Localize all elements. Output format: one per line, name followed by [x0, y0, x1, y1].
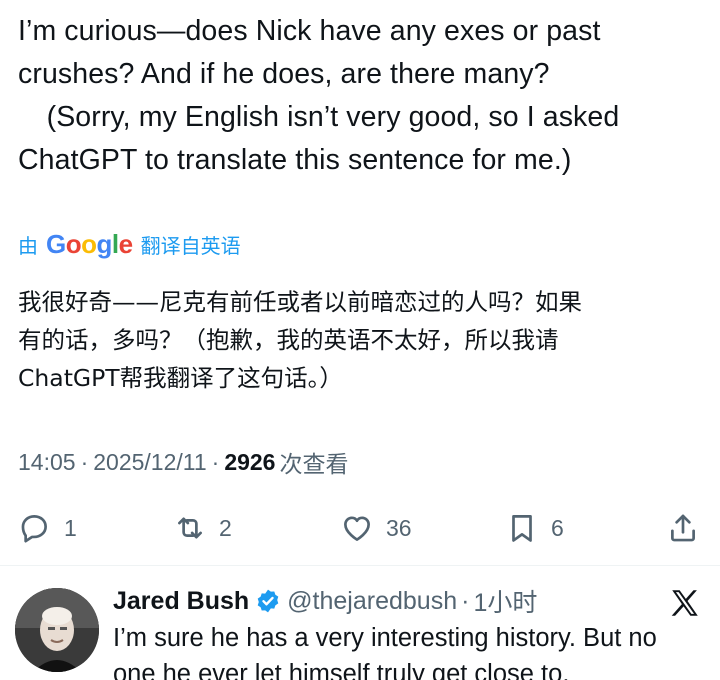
like-button[interactable]: 36: [340, 502, 412, 554]
reply-tweet[interactable]: Jared Bush @thejaredbush · 1小时 I’m sure …: [0, 566, 720, 680]
action-bar: 1 2 36 6: [0, 502, 720, 554]
tweet-time[interactable]: 14:05: [18, 449, 76, 476]
like-count: 36: [386, 514, 412, 541]
share-icon: [671, 514, 695, 542]
views-count: 2926: [224, 448, 276, 475]
bookmark-button[interactable]: 6: [505, 502, 564, 554]
reply-separator: ·: [461, 586, 470, 615]
reply-time[interactable]: 1小时: [473, 583, 537, 619]
reply-count: 1: [64, 514, 77, 541]
reply-author-name[interactable]: Jared Bush: [113, 587, 249, 616]
avatar[interactable]: [15, 588, 99, 672]
repost-button[interactable]: 2: [173, 502, 232, 554]
reply-icon: [21, 515, 47, 543]
tweet-line: crushes? And if he does, are there many?: [18, 58, 550, 90]
tweet-line: (Sorry, my English isn’t very good, so I…: [18, 101, 620, 133]
meta-separator: ·: [80, 448, 89, 475]
reply-header: Jared Bush @thejaredbush · 1小时: [113, 584, 537, 618]
reply-line: I’m sure he has a very interesting histo…: [113, 624, 657, 652]
x-logo-icon: [671, 590, 698, 616]
google-logo: Google: [46, 228, 133, 259]
bookmark-icon: [512, 515, 532, 542]
translated-line: 有的话，多吗？（抱歉，我的英语不太好，所以我请: [18, 326, 559, 354]
verified-badge-icon: [257, 589, 279, 613]
views-label: 次查看: [279, 451, 349, 477]
translated-by-label: 由: [18, 235, 38, 258]
tweet-line: ChatGPT to translate this sentence for m…: [18, 144, 572, 176]
heart-icon: [344, 516, 370, 541]
repost-count: 2: [219, 514, 232, 541]
tweet-date[interactable]: 2025/12/11: [93, 449, 206, 476]
tweet-meta: 14:05 · 2025/12/11 · 2926 次查看: [18, 444, 348, 480]
repost-icon: [178, 517, 202, 539]
tweet-line: I’m curious—does Nick have any exes or p…: [18, 15, 601, 47]
share-button[interactable]: [666, 502, 700, 554]
meta-separator: ·: [211, 448, 220, 475]
tweet-text: I’m curious—does Nick have any exes or p…: [18, 10, 708, 182]
translation-attribution[interactable]: 由 Google 翻译自英语: [18, 226, 241, 262]
translated-text: 我很好奇——尼克有前任或者以前暗恋过的人吗？如果 有的话，多吗？（抱歉，我的英语…: [18, 283, 708, 397]
reply-line: one he ever let himself truly get close …: [113, 660, 570, 680]
translated-line: 我很好奇——尼克有前任或者以前暗恋过的人吗？如果: [18, 288, 582, 316]
reply-button[interactable]: 1: [18, 502, 77, 554]
reply-text: I’m sure he has a very interesting histo…: [113, 620, 713, 680]
translated-line: ChatGPT帮我翻译了这句话。）: [18, 364, 343, 392]
bookmark-count: 6: [551, 514, 564, 541]
translated-from-label: 翻译自英语: [140, 235, 241, 258]
reply-handle[interactable]: @thejaredbush: [287, 587, 457, 616]
